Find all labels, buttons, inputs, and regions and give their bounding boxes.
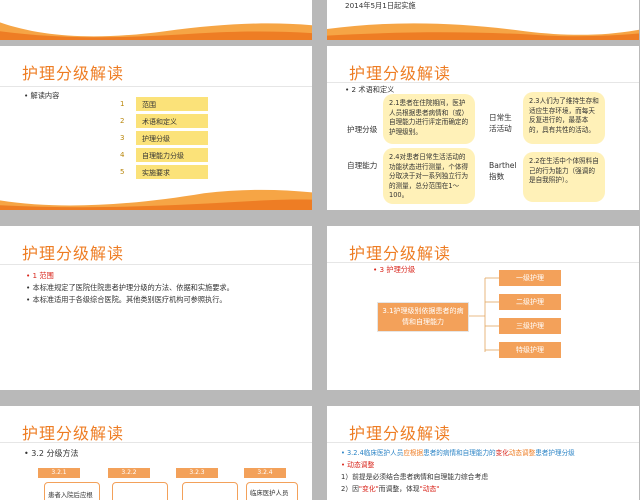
adjust-line-1-b: 应根据	[403, 449, 424, 457]
effective-date-text: 2014年5月1日起实施	[345, 1, 416, 10]
adjust-line-4-a: 2）因	[341, 485, 359, 493]
adjust-line-2: • 动态调整	[341, 461, 375, 469]
tab-3-2-3[interactable]: 3.2.3	[176, 468, 218, 478]
divider	[327, 82, 639, 83]
definition-2-2: 2.2在生活中个体照料自己的行为能力（强调的是自我照护）。	[523, 152, 605, 202]
slide-5-title: 护理分级解读	[22, 244, 125, 263]
item-4-label: 自理能力分级	[142, 152, 184, 160]
slide-2-wave-decoration	[327, 23, 639, 40]
term-self-care: 自理能力	[347, 161, 378, 170]
adjust-line-1: • 3.2.4临床医护人员应根据患者的病情和自理能力的变化动态调整患者护理分级	[341, 448, 575, 459]
tab-3-2-2[interactable]: 3.2.2	[108, 468, 150, 478]
item-2-number: 2	[120, 117, 125, 125]
adjust-line-1-f: 患者护理分级	[535, 449, 575, 457]
care-level-basis-text: 3.1护理级别依据患者的病情和自理能力	[382, 307, 464, 326]
scope-heading-text: 1 范围	[32, 271, 54, 280]
item-4-box[interactable]: 自理能力分级	[136, 148, 208, 162]
item-3-label: 护理分级	[142, 135, 170, 143]
tab-3-2-4[interactable]: 3.2.4	[244, 468, 286, 478]
method-card-2	[112, 482, 168, 500]
adjust-line-4-b: "变化"	[358, 485, 379, 493]
intro-label: • 解读内容	[24, 91, 60, 100]
adjust-line-1-e: 动态调整	[508, 449, 536, 457]
adjust-line-4-d: "动态"	[419, 485, 440, 493]
level-2-box[interactable]: 二级护理	[499, 294, 561, 310]
connector-lines	[467, 277, 499, 352]
slide-2[interactable]: 2014年5月1日起实施	[327, 0, 639, 40]
slide-3[interactable]: 护理分级解读 • 解读内容 1 范围 2 术语和定义 3 护理分级 4 自理能力…	[0, 46, 312, 210]
adjust-line-3: 1）前提是必须结合患者病情和自理能力综合考虑	[341, 473, 489, 481]
tab-3-2-2-label: 3.2.2	[121, 469, 137, 476]
item-5-box[interactable]: 实施要求	[136, 165, 208, 179]
tab-3-2-1[interactable]: 3.2.1	[38, 468, 80, 478]
adjust-line-4: 2）因"变化"而调整，体现"动态"	[341, 484, 439, 495]
slide-3-title: 护理分级解读	[22, 64, 125, 83]
definition-2-1: 2.1患者在住院期间，医护人员根据患者病情和（或）自理能力进行评定而确定的护理级…	[383, 94, 475, 144]
item-2-label: 术语和定义	[142, 118, 177, 126]
level-1-label: 一级护理	[516, 274, 544, 282]
tab-3-2-4-label: 3.2.4	[257, 469, 273, 476]
adjust-line-1-a: • 3.2.4临床医护人员	[341, 449, 404, 457]
item-3-number: 3	[120, 134, 125, 142]
divider	[0, 86, 312, 87]
term-care-level: 护理分级	[347, 125, 378, 134]
slide-grid: 2014年5月1日起实施 护理分级解读 • 解读内容 1 范围 2 术语和定义 …	[0, 0, 640, 500]
level-special-label: 特级护理	[516, 346, 544, 354]
divider	[327, 442, 639, 443]
method-card-1-text: 患者入院后应根	[48, 491, 93, 499]
slide-1-wave-decoration	[0, 22, 312, 40]
adjust-line-1-c: 患者的病情和自理能力的	[423, 449, 496, 457]
item-1-number: 1	[120, 100, 125, 108]
tab-3-2-1-label: 3.2.1	[51, 469, 67, 476]
slide-3-wave-decoration	[0, 189, 312, 210]
level-special-box[interactable]: 特级护理	[499, 342, 561, 358]
definition-2-3: 2.3人们为了维持生存和适应生存环境，而每天反复进行的，最基本的，具有共性的活动…	[523, 92, 605, 144]
method-card-4-text: 临床医护人员	[250, 489, 289, 497]
level-2-label: 二级护理	[516, 298, 544, 306]
divider	[0, 442, 312, 443]
level-3-label: 三级护理	[516, 322, 544, 330]
item-1-box[interactable]: 范围	[136, 97, 208, 111]
slide-4[interactable]: 护理分级解读 • 2 术语和定义 护理分级 自理能力 日常生活活动 Barthe…	[327, 46, 639, 210]
care-level-basis-box: 3.1护理级别依据患者的病情和自理能力	[377, 302, 469, 332]
method-heading: • 3.2 分级方法	[24, 449, 79, 458]
item-3-box[interactable]: 护理分级	[136, 131, 208, 145]
scope-paragraph-1: • 本标准规定了医院住院患者护理分级的方法、依据和实施要求。	[26, 283, 234, 292]
item-5-number: 5	[120, 168, 125, 176]
level-3-box[interactable]: 三级护理	[499, 318, 561, 334]
slide-1[interactable]	[0, 0, 312, 40]
slide-7-title: 护理分级解读	[22, 424, 125, 443]
slide-4-title: 护理分级解读	[349, 64, 452, 83]
adjust-line-1-d: 变化	[495, 449, 509, 457]
slide-8-title: 护理分级解读	[349, 424, 452, 443]
adjust-line-4-c: 而调整，体现	[378, 485, 420, 493]
method-card-3	[182, 482, 238, 500]
item-1-label: 范围	[142, 101, 156, 109]
term-adl: 日常生活活动	[489, 113, 512, 133]
slide-7[interactable]: 护理分级解读 • 3.2 分级方法 3.2.1 3.2.2 3.2.3 3.2.…	[0, 406, 312, 500]
tab-3-2-3-label: 3.2.3	[189, 469, 205, 476]
definition-2-4: 2.4对患者日常生活活动的功能状态进行测量，个体得分取决于对一系列独立行为的测量…	[383, 148, 475, 204]
level-1-box[interactable]: 一级护理	[499, 270, 561, 286]
term-barthel: Barthel指数	[489, 161, 517, 181]
slide-6[interactable]: 护理分级解读 • 3 护理分级 3.1护理级别依据患者的病情和自理能力 一级护理…	[327, 226, 639, 390]
slide-8[interactable]: 护理分级解读 • 3.2.4临床医护人员应根据患者的病情和自理能力的变化动态调整…	[327, 406, 639, 500]
item-5-label: 实施要求	[142, 169, 170, 177]
scope-heading: • 1 范围	[26, 271, 54, 280]
divider	[0, 264, 312, 265]
section-label: • 2 术语和定义	[345, 85, 395, 94]
item-4-number: 4	[120, 151, 125, 159]
scope-paragraph-2: • 本标准适用于各级综合医院。其他类别医疗机构可参照执行。	[26, 295, 227, 304]
slide-5[interactable]: 护理分级解读 • 1 范围 • 本标准规定了医院住院患者护理分级的方法、依据和实…	[0, 226, 312, 390]
item-2-box[interactable]: 术语和定义	[136, 114, 208, 128]
